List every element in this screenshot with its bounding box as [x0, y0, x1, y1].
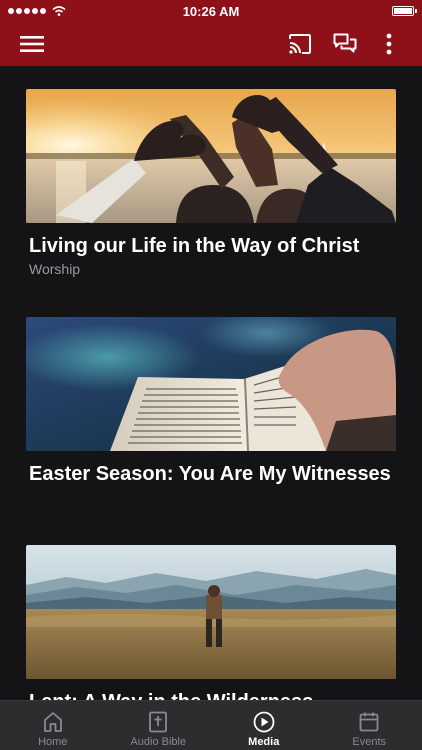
home-icon	[43, 712, 62, 732]
tab-label: Media	[248, 736, 280, 748]
media-feed: Living our Life in the Way of Christ Wor…	[0, 66, 422, 700]
tab-bar: Home Audio Bible Media Events	[0, 700, 422, 750]
card-title: Lent: A Way in the Wilderness	[29, 691, 396, 700]
chat-button[interactable]	[328, 28, 362, 60]
card-thumbnail	[26, 317, 396, 451]
cast-button[interactable]	[284, 28, 316, 60]
card-thumbnail	[26, 89, 396, 223]
more-vert-icon	[386, 33, 392, 55]
tab-events[interactable]: Events	[317, 701, 422, 750]
menu-button[interactable]	[14, 28, 50, 60]
cast-icon	[289, 34, 311, 54]
media-card[interactable]: Lent: A Way in the Wilderness	[26, 545, 396, 700]
menu-icon	[20, 36, 44, 52]
chat-icon	[333, 33, 357, 53]
status-left	[8, 6, 66, 16]
app-bar	[0, 22, 422, 66]
tab-label: Events	[352, 736, 387, 748]
card-subtitle: Worship	[29, 261, 81, 277]
media-card[interactable]: Living our Life in the Way of Christ Wor…	[26, 89, 396, 277]
bible-icon	[149, 711, 168, 733]
tab-label: Home	[38, 736, 68, 748]
card-title: Living our Life in the Way of Christ	[29, 235, 360, 257]
more-options-button[interactable]	[374, 28, 404, 60]
calendar-icon	[359, 712, 379, 732]
tab-label: Audio Bible	[130, 736, 187, 748]
signal-icon	[8, 8, 46, 14]
tab-audio-bible[interactable]: Audio Bible	[106, 701, 212, 750]
tab-media[interactable]: Media	[211, 701, 317, 750]
card-title: Easter Season: You Are My Witnesses	[29, 463, 391, 485]
tab-home[interactable]: Home	[0, 701, 106, 750]
card-thumbnail	[26, 545, 396, 679]
wifi-icon	[52, 6, 66, 16]
battery-icon	[392, 6, 417, 16]
media-card[interactable]: Easter Season: You Are My Witnesses	[26, 317, 396, 485]
status-bar: 10:26 AM	[0, 0, 422, 22]
play-circle-icon	[253, 711, 275, 733]
